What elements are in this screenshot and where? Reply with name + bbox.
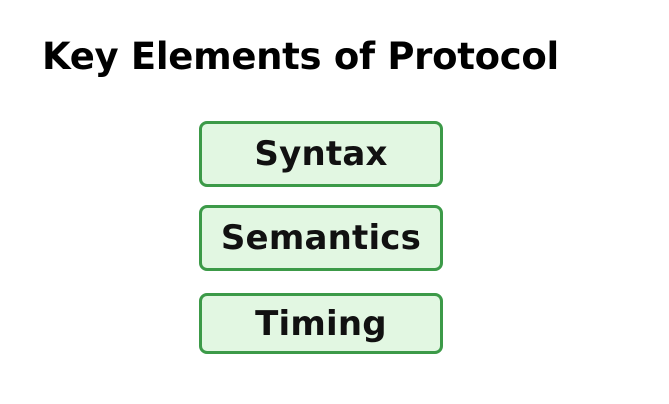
- element-label-timing: Timing: [255, 303, 387, 344]
- element-box-syntax: Syntax: [199, 121, 443, 187]
- element-label-semantics: Semantics: [220, 218, 422, 258]
- element-label-syntax: Syntax: [254, 134, 388, 174]
- element-box-semantics: Semantics: [199, 205, 443, 271]
- element-box-timing: Timing: [199, 293, 443, 354]
- diagram-title: Key Elements of Protocol: [42, 35, 559, 78]
